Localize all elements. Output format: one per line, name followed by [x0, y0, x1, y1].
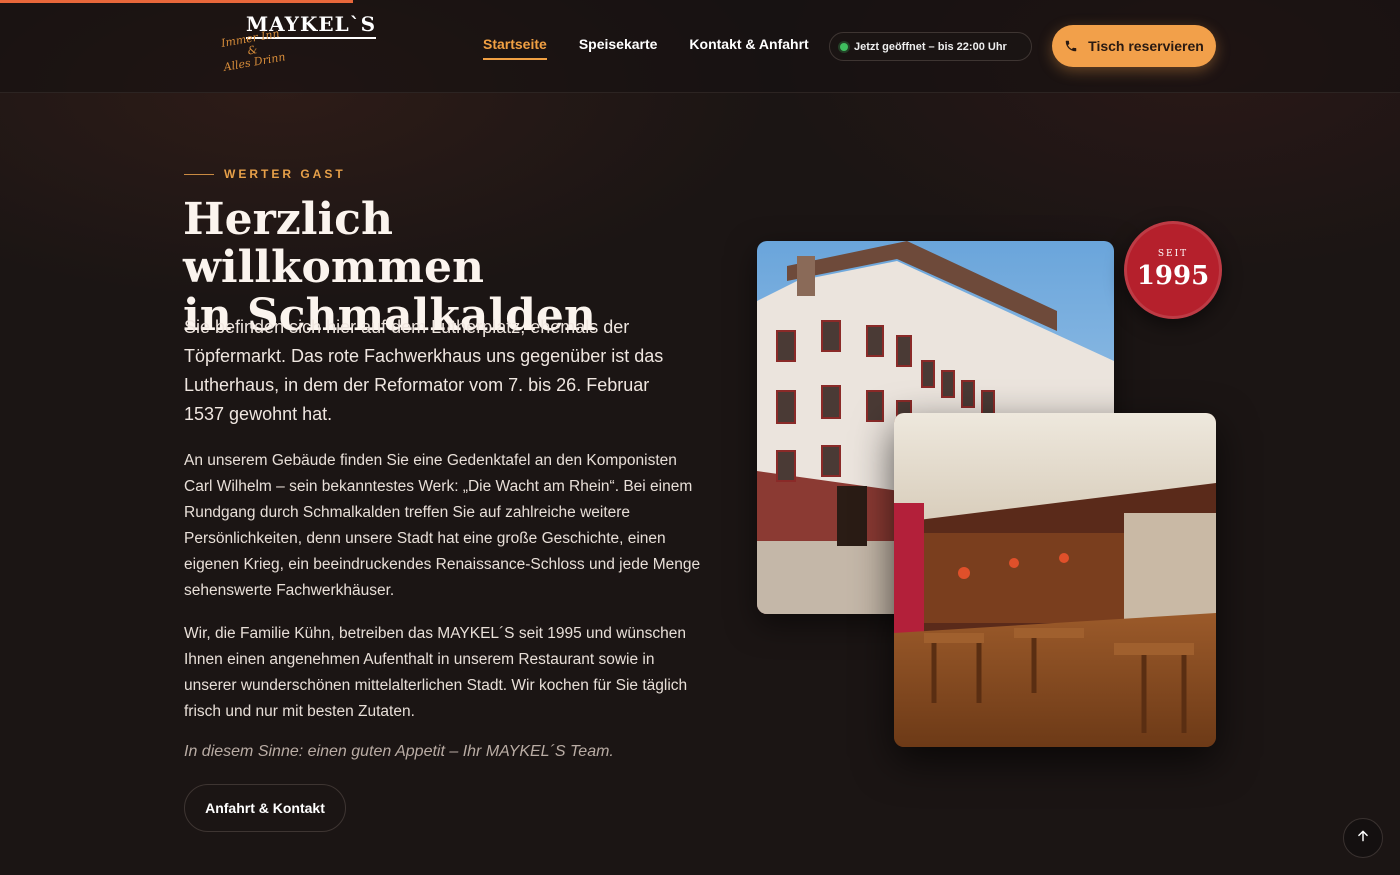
status-dot-icon	[840, 42, 848, 51]
hero-paragraph-2: Wir, die Familie Kühn, betreiben das MAY…	[184, 625, 688, 720]
logo-tagline: Immer Inn & Alles Drinn	[210, 26, 295, 75]
badge-year: 1995	[1136, 261, 1210, 291]
directions-contact-button[interactable]: Anfahrt & Kontakt	[184, 784, 346, 832]
eyebrow-line	[184, 173, 214, 175]
badge-since-label: SEIT	[1157, 249, 1189, 259]
hero-lead-text: Sie befinden sich hier auf dem Lutherpla…	[184, 317, 664, 424]
hero-eyebrow: WERTER GAST	[184, 167, 346, 181]
hero-signoff: In diesem Sinne: einen guten Appetit – I…	[184, 743, 614, 760]
arrow-up-icon	[1356, 829, 1370, 848]
eyebrow-text: WERTER GAST	[224, 167, 346, 181]
since-1995-badge: SEIT 1995	[1124, 221, 1222, 319]
logo[interactable]: MAYKEL`S Immer Inn & Alles Drinn	[206, 8, 377, 88]
nav-item-speisekarte[interactable]: Speisekarte	[579, 36, 658, 60]
nav-item-startseite[interactable]: Startseite	[483, 36, 547, 60]
reserve-button-label: Tisch reservieren	[1088, 38, 1204, 54]
opening-status-badge: Jetzt geöffnet – bis 22:00 Uhr	[829, 32, 1032, 61]
scroll-to-top-button[interactable]	[1343, 818, 1383, 858]
phone-icon	[1064, 39, 1078, 53]
top-accent-bar	[0, 0, 353, 3]
main-nav: Startseite Speisekarte Kontakt & Anfahrt	[483, 36, 841, 60]
site-header: MAYKEL`S Immer Inn & Alles Drinn Startse…	[0, 0, 1400, 93]
opening-status-text: Jetzt geöffnet – bis 22:00 Uhr	[854, 40, 1007, 53]
headline-line1: Herzlich willkommen	[183, 194, 484, 293]
interior-photo	[894, 413, 1216, 747]
reserve-table-button[interactable]: Tisch reservieren	[1052, 25, 1216, 67]
hero-paragraph-1: An unserem Gebäude finden Sie eine Geden…	[184, 452, 701, 599]
nav-item-kontakt[interactable]: Kontakt & Anfahrt	[689, 36, 808, 60]
